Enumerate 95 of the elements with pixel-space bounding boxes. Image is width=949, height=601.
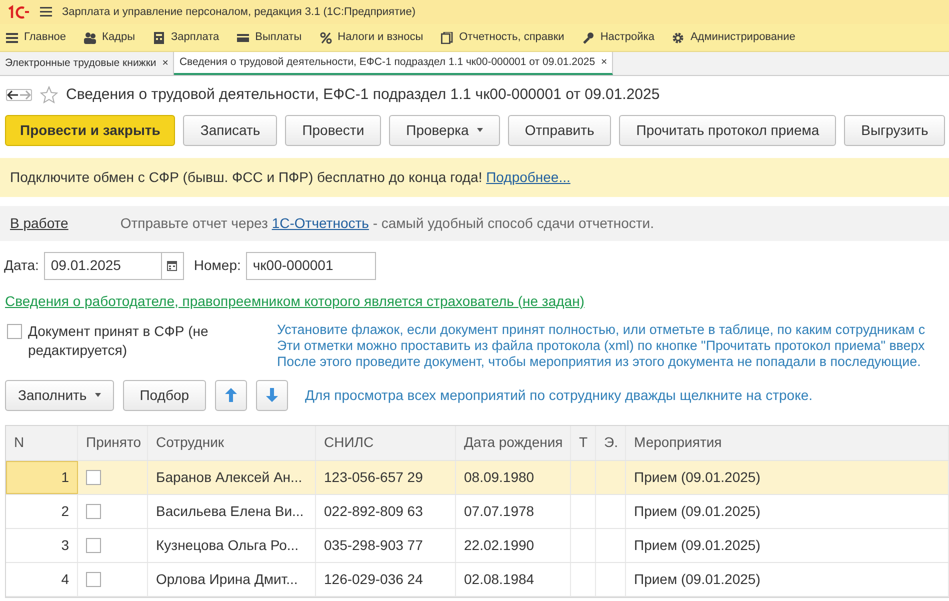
table-cell: 07.07.1978 [456, 494, 571, 528]
table-cell: Баранов Алексей Ан... [148, 460, 316, 494]
menu-item[interactable]: Налоги и взносы [320, 29, 424, 46]
table-cell: 4 [6, 562, 78, 596]
table-row[interactable]: 3 Кузнецова Ольга Ро... 035-298-903 77 22.02.1990 Прием (09.01.2025) [6, 528, 949, 562]
window-title: Зарплата и управление персоналом, редакция 3.1 (1С:Предприятие) [62, 4, 416, 20]
checkbox-label: Документ принят в СФР (не редактируется) [28, 322, 210, 360]
table-cell: Орлова Ирина Дмит... [148, 562, 316, 596]
table-cell: 08.09.1980 [456, 460, 571, 494]
column-header: N [6, 426, 78, 460]
menu-item[interactable]: Зарплата [153, 29, 220, 46]
menu-item[interactable]: Выплаты [237, 29, 302, 46]
column-header: Э. [596, 426, 626, 460]
tab-label: Электронные трудовые книжки [5, 56, 156, 71]
toolbar-button[interactable]: Выгрузить [844, 114, 946, 146]
table-cell: Прием (09.01.2025) [626, 460, 949, 494]
table-cell: 2 [6, 494, 78, 528]
table-cell: Прием (09.01.2025) [626, 494, 949, 528]
tab[interactable]: Сведения о трудовой деятельности, ЕФС-1 подраздел 1.1 чк00-000001 от 09.01.2025 × [174, 52, 614, 75]
status-text: Отправьте отчет через 1С-Отчетность - самый удобный способ сдачи отчетности. [120, 214, 654, 233]
checkbox[interactable] [7, 324, 22, 338]
wallet-icon [237, 32, 250, 44]
checkbox[interactable] [86, 538, 101, 552]
menu-item[interactable]: Настройка [582, 29, 654, 46]
toolbar-button[interactable]: Проверка [389, 114, 500, 146]
table-row[interactable]: 2 Васильева Елена Ви... 022-892-809 63 07.07.1978 Прием (09.01.2025) [6, 494, 949, 528]
close-icon[interactable]: × [162, 56, 168, 72]
hint-text: Эти отметки можно проставить из файла протокола (xml) по кнопке "Прочитать протокол приема" вверх [277, 338, 926, 354]
table-cell: 035-298-903 77 [316, 528, 456, 562]
column-header: Сотрудник [148, 426, 316, 460]
column-header: Т [571, 426, 596, 460]
checkbox[interactable] [86, 572, 101, 586]
wrench-icon [582, 32, 594, 44]
toolbar-button[interactable]: Прочитать протокол приема [619, 114, 836, 146]
employer-link[interactable]: Сведения о работодателе, правопреемником которого является страхователь (не задан) [5, 292, 584, 308]
table-cell: 1 [6, 460, 78, 494]
table-cell: 123-056-657 29 [316, 460, 456, 494]
table-cell: Прием (09.01.2025) [626, 528, 949, 562]
calculator-icon [153, 32, 165, 44]
date-field[interactable]: 09.01.2025 [44, 252, 184, 280]
menu-item[interactable]: Отчетность, справки [441, 29, 564, 46]
table-row[interactable]: 4 Орлова Ирина Дмит... 126-029-036 24 02.08.1984 Прием (09.01.2025) [6, 562, 949, 596]
menu-item[interactable]: Главное [6, 29, 66, 46]
close-icon[interactable]: × [601, 54, 608, 70]
toolbar-button[interactable]: Провести [285, 114, 382, 146]
table-cell: 022-892-809 63 [316, 494, 456, 528]
menu-item[interactable]: Кадры [84, 29, 135, 46]
logo-icon [6, 5, 30, 19]
documents-icon [441, 32, 454, 44]
table-cell: 126-029-036 24 [316, 562, 456, 596]
star-icon[interactable] [40, 86, 58, 104]
table-row[interactable]: 1 Баранов Алексей Ан... 123-056-657 29 08.09.1980 Прием (09.01.2025) [6, 460, 949, 494]
checkbox[interactable] [86, 470, 101, 484]
move-down-button[interactable] [256, 380, 288, 410]
more-link[interactable]: Подробнее... [486, 168, 570, 184]
toolbar-button[interactable]: Провести и закрыть [5, 114, 176, 146]
column-header: Принято [78, 426, 148, 460]
table-hint: Для просмотра всех мероприятий по сотруднику дважды щелкните на строке. [305, 387, 813, 403]
menu-item[interactable]: Администрирование [672, 29, 796, 46]
pick-button[interactable]: Подбор [122, 380, 206, 410]
move-up-button[interactable] [215, 380, 248, 410]
column-header: Дата рождения [456, 426, 571, 460]
number-label: Номер: [194, 256, 241, 275]
fill-button[interactable]: Заполнить [5, 380, 114, 410]
hint-text: После этого проведите документ, чтобы мероприятия из этого документа не попадали в последующие. [277, 354, 922, 370]
table-cell: Прием (09.01.2025) [626, 562, 949, 596]
down-arrow-icon [266, 388, 278, 402]
back-arrow-icon[interactable] [7, 90, 19, 100]
caret-icon [94, 393, 101, 397]
banner-text: Подключите обмен с СФР (бывш. ФСС и ПФР) бесплатно до конца года! Подробнее... [10, 168, 570, 184]
gear-icon [672, 32, 684, 44]
checkbox[interactable] [86, 504, 101, 518]
list-icon [6, 32, 18, 44]
caret-icon [476, 128, 483, 132]
date-label: Дата: [4, 256, 39, 275]
table-cell: 22.02.1990 [456, 528, 571, 562]
table-cell: 02.08.1984 [456, 562, 571, 596]
column-header: Мероприятия [626, 426, 949, 460]
status-link[interactable]: В работе [10, 212, 68, 234]
table-cell: 3 [6, 528, 78, 562]
hint-text: Установите флажок, если документ принят полностью, или отметьте в таблице, по каким сотрудникам с [277, 322, 926, 338]
reporting-link[interactable]: 1С-Отчетность [272, 214, 369, 230]
toolbar-button[interactable]: Отправить [508, 114, 612, 146]
document-title: Сведения о трудовой деятельности, ЕФС-1 подраздел 1.1 чк00-000001 от 09.01.2025 [66, 85, 660, 105]
tab-label: Сведения о трудовой деятельности, ЕФС-1 подраздел 1.1 чк00-000001 от 09.01.2025 [179, 54, 596, 70]
table-cell: Кузнецова Ольга Ро... [148, 528, 316, 562]
number-field[interactable]: чк00-000001 [246, 252, 376, 280]
people-icon [84, 32, 96, 44]
percent-icon [320, 32, 332, 44]
up-arrow-icon [225, 388, 238, 402]
table-cell: Васильева Елена Ви... [148, 494, 316, 528]
calendar-icon[interactable] [167, 260, 178, 271]
menu-icon[interactable] [40, 7, 52, 17]
column-header: СНИЛС [316, 426, 456, 460]
toolbar-button[interactable]: Записать [183, 114, 278, 146]
